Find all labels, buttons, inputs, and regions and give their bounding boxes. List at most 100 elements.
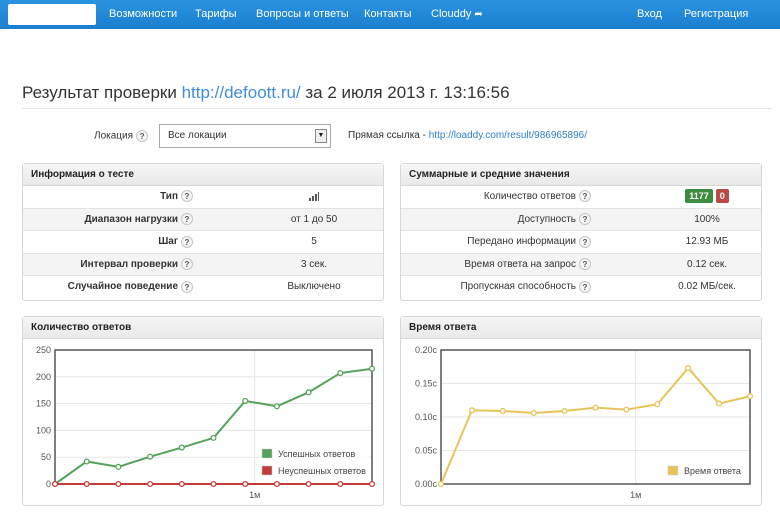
y-tick-label: 0.05c	[415, 446, 438, 456]
data-point	[210, 480, 217, 488]
data-point	[305, 480, 312, 488]
legend-swatch	[667, 465, 679, 476]
summary-value: 1177 0	[661, 186, 753, 208]
summary-label: Количество ответов?	[401, 186, 591, 208]
data-point	[83, 480, 90, 488]
location-select[interactable]: Все локации ▼	[159, 124, 331, 148]
help-icon[interactable]: ?	[579, 280, 591, 293]
title-prefix: Результат проверки	[22, 83, 177, 102]
data-point	[147, 453, 154, 460]
nav-faq[interactable]: Вопросы и ответы	[256, 0, 349, 29]
help-icon[interactable]: ?	[579, 212, 591, 225]
info-row-type: Тип?	[23, 186, 383, 209]
data-point	[115, 480, 122, 488]
direct-link-label: Прямая ссылка -	[348, 130, 426, 141]
nav-register[interactable]: Регистрация	[684, 0, 748, 29]
info-label-text: Случайное поведение	[67, 281, 178, 293]
title-date: за 2 июля 2013 г. 13:16:56	[305, 83, 510, 102]
location-select-value: Все локации	[168, 130, 227, 141]
y-tick-label: 0.20c	[415, 345, 438, 355]
data-point	[242, 480, 249, 488]
tested-url-link[interactable]: http://defoott.ru/	[182, 83, 301, 102]
data-point	[468, 407, 475, 414]
data-point	[437, 480, 445, 488]
summary-label: Время ответа на запрос?	[401, 254, 591, 276]
data-point	[592, 404, 599, 411]
legend-label: Неуспешных ответов	[278, 466, 366, 476]
summary-label-text: Пропускная способность	[460, 281, 576, 293]
help-icon[interactable]: ?	[136, 130, 149, 142]
data-point	[83, 458, 90, 465]
data-point	[685, 365, 692, 372]
summary-row-response-time: Время ответа на запрос? 0.12 сек.	[401, 253, 761, 277]
responses-chart: 0 50 100 150 200 250 1м Успешных ответов Неуспеш…	[36, 345, 376, 500]
y-tick-label: 0	[46, 479, 51, 489]
summary-rows: Количество ответов? 1177 0 Доступность? 1…	[401, 186, 761, 299]
help-icon[interactable]: ?	[579, 235, 591, 248]
legend-label: Время ответа	[684, 466, 741, 476]
summary-label-text: Передано информации	[467, 236, 576, 248]
y-tick-label: 200	[36, 372, 51, 382]
info-value: 3 сек.	[300, 258, 328, 270]
data-point	[368, 480, 376, 488]
legend-swatch	[261, 448, 273, 459]
data-point	[337, 369, 344, 377]
data-point	[210, 434, 217, 441]
dropdown-arrow-icon[interactable]: ▼	[315, 129, 327, 143]
location-label: Локация?	[94, 130, 149, 142]
nav-features[interactable]: Возможности	[109, 0, 177, 29]
help-icon[interactable]: ?	[181, 258, 193, 271]
data-point	[623, 406, 630, 413]
data-point	[178, 480, 185, 488]
nav-login[interactable]: Вход	[637, 0, 662, 29]
data-point	[530, 409, 537, 417]
info-label: Диапазон нагрузки?	[84, 209, 193, 231]
help-icon[interactable]: ?	[181, 280, 193, 293]
data-point	[305, 389, 312, 396]
test-info-heading: Информация о тесте	[23, 164, 383, 186]
share-arrow-icon: ➦	[474, 9, 483, 20]
data-point	[337, 480, 344, 488]
data-point	[273, 480, 280, 488]
help-icon[interactable]: ?	[181, 212, 193, 225]
legend-label: Успешных ответов	[278, 449, 355, 459]
signal-bars-icon	[259, 186, 369, 208]
data-point	[654, 401, 661, 408]
data-point	[561, 407, 568, 415]
y-tick-label: 50	[41, 452, 51, 462]
summary-heading: Суммарные и средние значения	[401, 164, 761, 186]
info-row-interval: Интервал проверки? 3 сек.	[23, 253, 383, 277]
info-row-load-range: Диапазон нагрузки? от 1 до 50	[23, 208, 383, 232]
data-point	[147, 480, 154, 488]
page-title: Результат проверки http://defoott.ru/ за…	[22, 83, 510, 103]
nav-pricing[interactable]: Тарифы	[195, 0, 237, 29]
response-time-chart: 0.00c 0.05c 0.10c 0.15c 0.20c 1м Время ответа	[415, 345, 754, 500]
info-row-step: Шаг? 5	[23, 231, 383, 254]
summary-value: 0.12 сек.	[687, 258, 727, 270]
nav-clouddy[interactable]: Clouddy ➦	[431, 0, 483, 29]
info-value: от 1 до 50	[290, 213, 338, 225]
data-point	[51, 480, 59, 488]
help-icon[interactable]: ?	[181, 190, 193, 203]
help-icon[interactable]: ?	[579, 190, 591, 203]
info-label: Случайное поведение?	[68, 276, 193, 298]
summary-label: Пропускная способность?	[401, 276, 591, 298]
site-logo[interactable]	[8, 4, 96, 25]
info-label-text: Тип	[160, 191, 178, 202]
direct-link-url[interactable]: http://loaddy.com/result/986965896/	[429, 130, 587, 141]
help-icon[interactable]: ?	[579, 258, 591, 271]
data-point	[178, 444, 185, 451]
summary-value: 12.93 МБ	[685, 236, 729, 248]
summary-label-text: Доступность	[517, 213, 576, 225]
responses-chart-panel: Количество ответов 0 50 100 150 200 250 1м Успе…	[22, 316, 384, 506]
x-tick-label: 1м	[630, 490, 641, 500]
y-tick-label: 0.00c	[415, 479, 438, 489]
nav-contacts[interactable]: Контакты	[364, 0, 412, 29]
top-navbar: Возможности Тарифы Вопросы и ответы Конт…	[0, 0, 780, 29]
direct-link: Прямая ссылка - http://loaddy.com/result…	[348, 130, 587, 141]
y-tick-label: 0.15c	[415, 379, 438, 389]
info-value: 5	[311, 236, 317, 248]
help-icon[interactable]: ?	[181, 235, 193, 248]
data-point	[499, 407, 506, 415]
nav-clouddy-label: Clouddy	[431, 8, 472, 20]
